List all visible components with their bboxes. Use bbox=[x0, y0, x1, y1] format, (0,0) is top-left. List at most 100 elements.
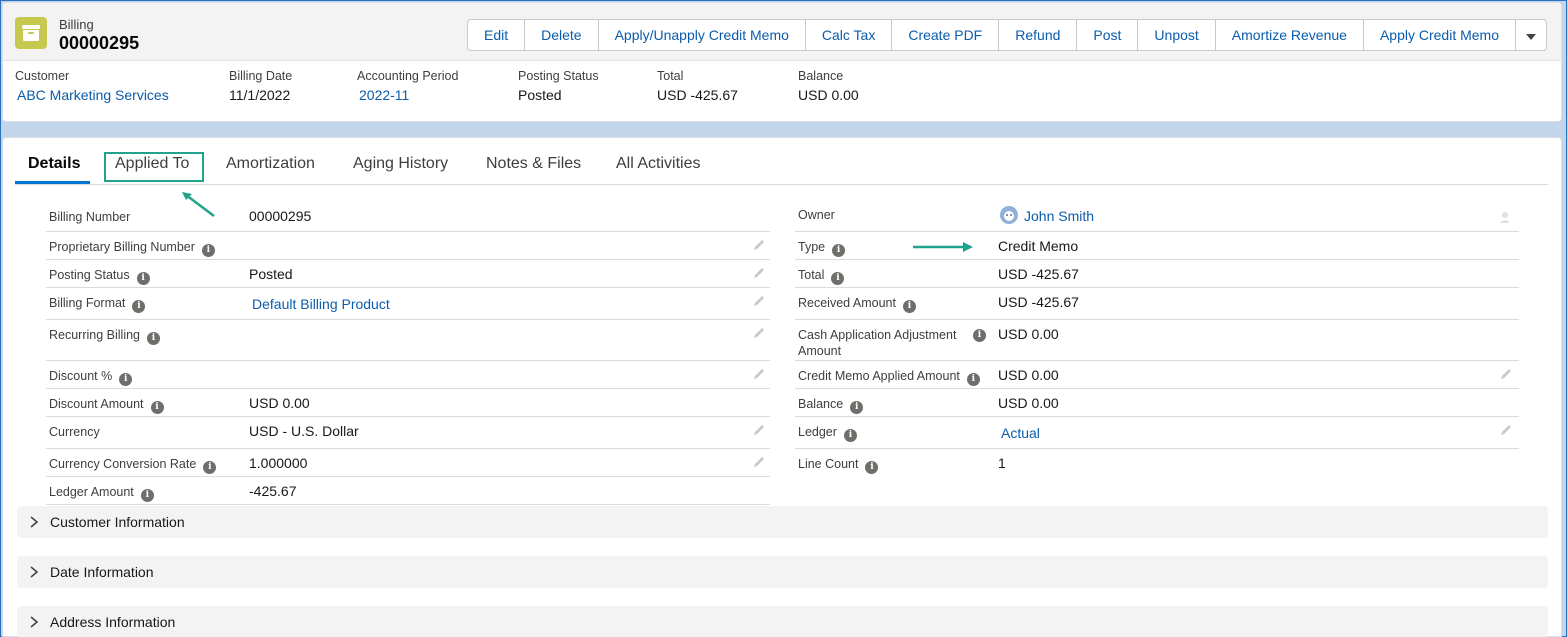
field-row: Total i USD -425.67 bbox=[795, 260, 1519, 288]
billing-icon bbox=[15, 17, 47, 49]
apply-unapply-credit-memo-button[interactable]: Apply/Unapply Credit Memo bbox=[598, 20, 806, 50]
info-icon[interactable]: i bbox=[203, 461, 217, 474]
field-row: Balance i USD 0.00 bbox=[795, 389, 1519, 417]
section-date-information[interactable]: Date Information bbox=[17, 556, 1548, 588]
field-label: Currency bbox=[49, 425, 100, 439]
field-label: Type i bbox=[798, 240, 846, 257]
tab-bar: Details Applied To Amortization Aging Hi… bbox=[15, 138, 1548, 185]
change-owner-icon[interactable] bbox=[1499, 210, 1513, 224]
highlight-total: Total USD -425.67 bbox=[657, 69, 738, 103]
field-row: Posting Status i Posted bbox=[46, 260, 770, 288]
field-value: Credit Memo bbox=[998, 238, 1079, 254]
info-icon[interactable]: i bbox=[973, 329, 986, 342]
field-label: Posting Status i bbox=[49, 268, 150, 285]
field-row: Ledger i Actual bbox=[795, 417, 1519, 449]
edit-pencil-icon[interactable] bbox=[752, 367, 766, 381]
highlight-balance: Balance USD 0.00 bbox=[798, 69, 859, 103]
highlight-posting-status: Posting Status Posted bbox=[518, 69, 599, 103]
info-icon[interactable]: i bbox=[832, 244, 846, 257]
info-icon[interactable]: i bbox=[147, 332, 161, 345]
field-value: -425.67 bbox=[249, 483, 297, 499]
owner-link[interactable]: John Smith bbox=[1024, 208, 1094, 224]
info-icon[interactable]: i bbox=[140, 489, 154, 502]
info-icon[interactable]: i bbox=[201, 244, 215, 257]
amortize-revenue-button[interactable]: Amortize Revenue bbox=[1215, 20, 1364, 50]
delete-button[interactable]: Delete bbox=[525, 20, 599, 50]
tab-notes-files[interactable]: Notes & Files bbox=[486, 155, 581, 173]
edit-pencil-icon[interactable] bbox=[752, 266, 766, 280]
highlight-accounting-period: Accounting Period 2022-11 bbox=[357, 69, 458, 103]
annotation-highlight-box bbox=[104, 152, 204, 182]
field-row: Currency USD - U.S. Dollar bbox=[46, 417, 770, 449]
edit-pencil-icon[interactable] bbox=[752, 294, 766, 308]
field-label: Received Amount i bbox=[798, 296, 916, 313]
field-label: Proprietary Billing Number i bbox=[49, 240, 215, 257]
field-value: 1.000000 bbox=[249, 455, 308, 471]
field-label: Amount bbox=[798, 344, 842, 358]
info-icon[interactable]: i bbox=[843, 429, 857, 442]
highlight-label: Balance bbox=[798, 69, 844, 83]
chevron-down-icon bbox=[1526, 34, 1536, 40]
field-label: Discount Amount i bbox=[49, 397, 164, 414]
field-row: Ledger Amount i -425.67 bbox=[46, 477, 770, 505]
tab-all-activities[interactable]: All Activities bbox=[616, 155, 700, 173]
calc-tax-button[interactable]: Calc Tax bbox=[805, 20, 893, 50]
edit-pencil-icon[interactable] bbox=[1499, 423, 1513, 437]
info-icon[interactable]: i bbox=[966, 373, 980, 386]
highlight-label: Customer bbox=[15, 69, 70, 83]
tab-aging-history[interactable]: Aging History bbox=[353, 155, 448, 173]
accounting-period-link[interactable]: 2022-11 bbox=[359, 87, 458, 103]
more-actions-button[interactable] bbox=[1516, 20, 1546, 50]
info-icon[interactable]: i bbox=[132, 300, 146, 313]
info-icon[interactable]: i bbox=[150, 401, 164, 414]
field-value: 00000295 bbox=[249, 208, 312, 224]
field-row: Received Amount i USD -425.67 bbox=[795, 288, 1519, 320]
section-title: Date Information bbox=[50, 564, 154, 580]
field-row: Discount Amount i USD 0.00 bbox=[46, 389, 770, 417]
info-icon[interactable]: i bbox=[865, 461, 879, 474]
highlight-value: USD 0.00 bbox=[798, 87, 859, 103]
info-icon[interactable]: i bbox=[831, 272, 845, 285]
billing-format-link[interactable]: Default Billing Product bbox=[252, 296, 390, 312]
tab-details[interactable]: Details bbox=[28, 155, 80, 173]
create-pdf-button[interactable]: Create PDF bbox=[892, 20, 1000, 50]
edit-pencil-icon[interactable] bbox=[1499, 367, 1513, 381]
chevron-right-icon bbox=[30, 516, 39, 528]
unpost-button[interactable]: Unpost bbox=[1138, 20, 1216, 50]
section-customer-information[interactable]: Customer Information bbox=[17, 506, 1548, 538]
info-icon[interactable]: i bbox=[902, 300, 916, 313]
highlight-value: USD -425.67 bbox=[657, 87, 738, 103]
field-label: Ledger i bbox=[798, 425, 857, 442]
chevron-right-icon bbox=[30, 566, 39, 578]
highlight-billing-date: Billing Date 11/1/2022 bbox=[229, 69, 292, 103]
field-value: USD 0.00 bbox=[249, 395, 310, 411]
field-label: Recurring Billing i bbox=[49, 328, 161, 345]
edit-pencil-icon[interactable] bbox=[752, 455, 766, 469]
field-value: USD -425.67 bbox=[998, 266, 1079, 282]
apply-credit-memo-button[interactable]: Apply Credit Memo bbox=[1363, 20, 1516, 50]
field-row: Proprietary Billing Number i bbox=[46, 232, 770, 260]
field-row: Currency Conversion Rate i 1.000000 bbox=[46, 449, 770, 477]
info-icon[interactable]: i bbox=[136, 272, 150, 285]
edit-pencil-icon[interactable] bbox=[752, 238, 766, 252]
ledger-link[interactable]: Actual bbox=[1001, 425, 1040, 441]
field-label: Total i bbox=[798, 268, 845, 285]
header-title-bar: Billing 00000295 Edit Delete Apply/Unapp… bbox=[3, 3, 1561, 61]
info-icon[interactable]: i bbox=[850, 401, 864, 414]
field-row: Owner John Smith bbox=[795, 200, 1519, 232]
tab-amortization[interactable]: Amortization bbox=[226, 155, 315, 173]
edit-button[interactable]: Edit bbox=[468, 20, 526, 50]
user-avatar-icon bbox=[1000, 206, 1018, 224]
post-button[interactable]: Post bbox=[1077, 20, 1139, 50]
edit-pencil-icon[interactable] bbox=[752, 326, 766, 340]
field-label: Owner bbox=[798, 208, 835, 222]
field-row: Type i Credit Memo bbox=[795, 232, 1519, 260]
customer-link[interactable]: ABC Marketing Services bbox=[17, 87, 169, 103]
info-icon[interactable]: i bbox=[119, 373, 133, 386]
field-value: USD - U.S. Dollar bbox=[249, 423, 359, 439]
refund-button[interactable]: Refund bbox=[999, 20, 1078, 50]
field-label: Balance i bbox=[798, 397, 864, 414]
highlight-value: 11/1/2022 bbox=[229, 87, 291, 103]
section-address-information[interactable]: Address Information bbox=[17, 606, 1548, 637]
edit-pencil-icon[interactable] bbox=[752, 423, 766, 437]
